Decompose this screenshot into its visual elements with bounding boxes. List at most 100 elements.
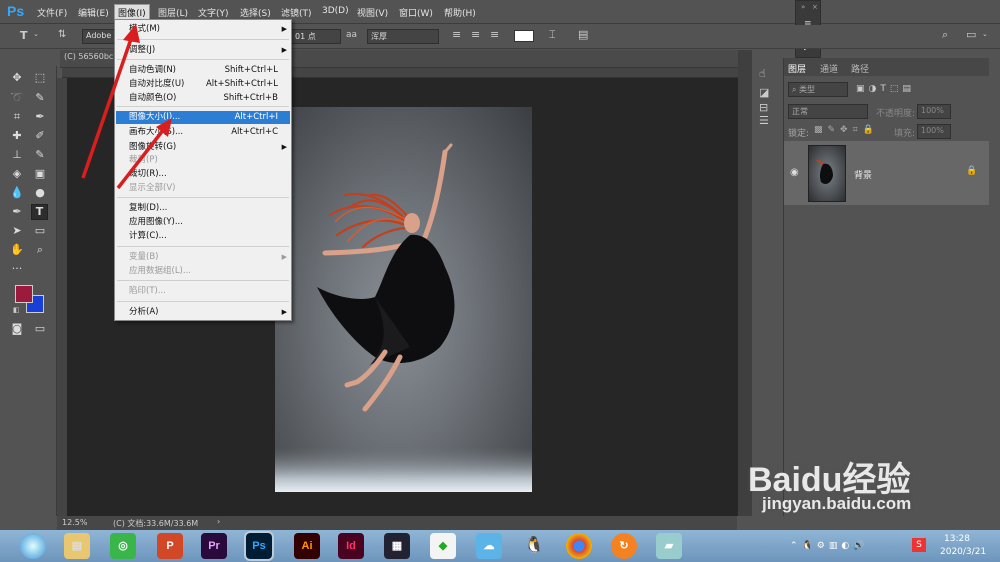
blend-mode-select[interactable]: 正常 xyxy=(788,104,868,119)
system-tray-icons[interactable]: ⌃🐧⚙▥◐🔊 xyxy=(790,541,868,551)
menu-3d[interactable]: 3D(D) xyxy=(322,6,349,16)
clock-time[interactable]: 13:28 xyxy=(944,534,970,544)
healing-brush-icon[interactable]: ✚ xyxy=(10,129,24,143)
clock-date[interactable]: 2020/3/21 xyxy=(940,547,986,557)
text-color-swatch[interactable] xyxy=(514,30,534,42)
quick-mask-icon[interactable]: ◙ xyxy=(10,322,24,336)
font-size-select[interactable]: 01 点 xyxy=(291,29,341,44)
path-select-icon[interactable]: ➤ xyxy=(10,224,24,238)
scrollbar-vertical[interactable] xyxy=(738,50,752,516)
sogou-input-icon[interactable]: S xyxy=(912,538,926,552)
image-menu-item[interactable]: 调整(J) ▶ xyxy=(116,44,290,57)
move-tool-icon[interactable]: ✥ xyxy=(10,71,24,85)
type-tool-icon[interactable]: T xyxy=(31,204,48,220)
rectangle-tool-icon[interactable]: ▭ xyxy=(33,224,47,238)
start-button-icon[interactable] xyxy=(20,533,46,559)
quick-select-icon[interactable]: ✎ xyxy=(33,91,47,105)
default-colors-icon[interactable]: ◧ xyxy=(13,306,21,314)
menu-select[interactable]: 选择(S) xyxy=(240,6,271,19)
crop-tool-icon[interactable]: ⌗ xyxy=(10,110,24,124)
foreground-color-swatch[interactable] xyxy=(15,285,33,303)
image-menu-item[interactable]: 自动色调(N) Shift+Ctrl+L xyxy=(116,64,290,77)
image-menu-item[interactable]: 自动对比度(U) Alt+Shift+Ctrl+L xyxy=(116,78,290,91)
cloud-app-icon[interactable]: ☁ xyxy=(476,533,502,559)
menu-help[interactable]: 帮助(H) xyxy=(444,6,476,19)
image-menu-item[interactable]: 分析(A) ▶ xyxy=(116,306,290,319)
adjustments-icon[interactable]: ◪ xyxy=(759,86,769,99)
image-menu-item[interactable]: 应用图像(Y)... xyxy=(116,216,290,229)
layer-row-background[interactable]: ◉ 背景 🔒 xyxy=(784,141,989,205)
eye-icon[interactable]: ◉ xyxy=(790,167,799,178)
image-menu-item[interactable]: 计算(C)... xyxy=(116,230,290,243)
collapse-icon[interactable]: » xyxy=(801,3,805,11)
qq-icon[interactable]: 🐧 xyxy=(521,533,547,559)
eraser-tool-icon[interactable]: ◈ xyxy=(10,167,24,181)
marquee-tool-icon[interactable]: ⬚ xyxy=(33,71,47,85)
properties-icon[interactable]: ⊟ xyxy=(759,101,768,114)
tab-layers[interactable]: 图层 xyxy=(788,62,806,75)
opacity-field[interactable]: 100% xyxy=(917,104,951,119)
menu-view[interactable]: 视图(V) xyxy=(357,6,388,19)
zoom-level[interactable]: 12.5% xyxy=(62,518,87,527)
align-left-icon[interactable]: ≡ xyxy=(452,28,461,41)
antialias-select[interactable]: 浑厚 xyxy=(367,29,439,44)
menu-type[interactable]: 文字(Y) xyxy=(198,6,229,19)
app-glass-icon[interactable]: ▰ xyxy=(656,533,682,559)
app-colorful-icon[interactable]: ◆ xyxy=(430,533,456,559)
lock-icons[interactable]: ▩✎✥⌗🔒 xyxy=(814,125,879,135)
image-menu-item[interactable]: 自动颜色(O) Shift+Ctrl+B xyxy=(116,92,290,105)
search-icon[interactable]: ⌕ xyxy=(942,28,948,42)
image-menu-item[interactable]: 裁切(R)... xyxy=(116,168,290,181)
image-menu-item[interactable]: 图像旋转(G) ▶ xyxy=(116,141,290,154)
warp-text-icon[interactable]: ⌶ xyxy=(549,28,556,42)
dodge-tool-icon[interactable]: ● xyxy=(33,186,47,200)
image-menu-item[interactable]: 模式(M) ▶ xyxy=(116,23,290,36)
workspace-chevron-icon[interactable]: ⌄ xyxy=(982,30,988,38)
workspace-icon[interactable]: ▭ xyxy=(966,28,976,41)
brush-tool-icon[interactable]: ✐ xyxy=(33,129,47,143)
image-menu-item[interactable]: 图像大小(I)... Alt+Ctrl+I xyxy=(116,111,290,124)
gradient-tool-icon[interactable]: ▣ xyxy=(33,167,47,181)
fill-field[interactable]: 100% xyxy=(917,124,951,139)
character-panel-icon[interactable]: ▤ xyxy=(578,28,588,41)
indesign-icon[interactable]: Id xyxy=(338,533,364,559)
menu-layer[interactable]: 图层(L) xyxy=(158,6,188,19)
pen-tool-icon[interactable]: ✒ xyxy=(10,205,24,219)
chevron-down-icon[interactable]: ⌄ xyxy=(33,30,39,38)
history-brush-icon[interactable]: ✎ xyxy=(33,148,47,162)
menu-filter[interactable]: 滤镜(T) xyxy=(281,6,312,19)
menu-window[interactable]: 窗口(W) xyxy=(399,6,433,19)
illustrator-icon[interactable]: Ai xyxy=(294,533,320,559)
blur-tool-icon[interactable]: 💧 xyxy=(10,186,24,200)
screen-mode-icon[interactable]: ▭ xyxy=(33,322,47,336)
photoshop-taskbar-icon[interactable]: Ps xyxy=(244,531,274,561)
layer-filter-select[interactable]: ⌕ 类型 xyxy=(788,82,848,97)
layer-filter-icons[interactable]: ▣◑T⬚▤ xyxy=(856,84,915,94)
wechat-icon[interactable]: ◎ xyxy=(110,533,136,559)
text-orientation-icon[interactable]: ⇅ xyxy=(58,29,66,40)
chevron-right-icon[interactable]: › xyxy=(217,517,220,526)
type-tool-icon[interactable]: T xyxy=(20,29,28,42)
lasso-tool-icon[interactable]: ➰ xyxy=(10,91,24,105)
image-menu-item[interactable]: 复制(D)... xyxy=(116,202,290,215)
powerpoint-icon[interactable]: P xyxy=(157,533,183,559)
zoom-tool-icon[interactable]: ⌕ xyxy=(33,243,47,257)
tab-paths[interactable]: 路径 xyxy=(851,62,869,75)
close-icon[interactable]: × xyxy=(812,3,818,11)
align-right-icon[interactable]: ≡ xyxy=(490,28,499,41)
image-menu-item[interactable]: 画布大小(S)... Alt+Ctrl+C xyxy=(116,126,290,139)
menu-edit[interactable]: 编辑(E) xyxy=(78,6,109,19)
premiere-icon[interactable]: Pr xyxy=(201,533,227,559)
align-center-icon[interactable]: ≡ xyxy=(471,28,480,41)
more-tools-icon[interactable]: ··· xyxy=(10,262,24,276)
app-orange-icon[interactable]: ↻ xyxy=(611,533,637,559)
font-family-select[interactable]: Adobe xyxy=(82,29,115,44)
hand-select-icon[interactable]: ☝ xyxy=(759,67,766,80)
clone-stamp-icon[interactable]: ⊥ xyxy=(10,148,24,162)
hand-tool-icon[interactable]: ✋ xyxy=(10,243,24,257)
video-editor-icon[interactable]: ▦ xyxy=(384,533,410,559)
eyedropper-icon[interactable]: ✒ xyxy=(33,110,47,124)
sliders-icon[interactable]: ☰ xyxy=(759,114,769,127)
tab-channels[interactable]: 通道 xyxy=(820,62,838,75)
chrome-icon[interactable] xyxy=(566,533,592,559)
